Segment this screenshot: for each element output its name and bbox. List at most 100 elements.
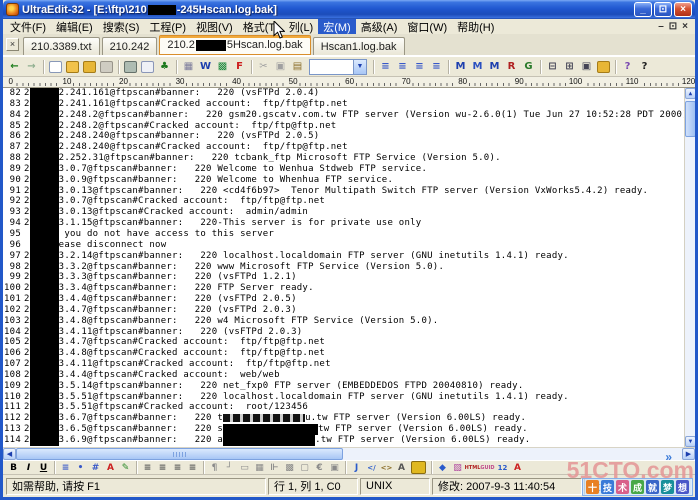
spell-red-icon[interactable]: A — [510, 461, 525, 474]
quick-open-icon[interactable] — [83, 60, 96, 73]
spell-check-icon[interactable]: ♣ — [156, 59, 173, 75]
help-icon[interactable]: ? — [619, 59, 636, 75]
print-icon[interactable] — [124, 60, 137, 73]
lock-icon[interactable] — [411, 461, 426, 474]
bookmark-next-icon[interactable]: ≡ — [411, 59, 428, 75]
euro-icon[interactable]: € — [312, 461, 327, 474]
horizontal-scroll-thumb[interactable] — [16, 448, 343, 460]
paste-icon[interactable]: ▤ — [289, 59, 306, 75]
line-break-icon[interactable]: ┘ — [222, 461, 237, 474]
save-icon[interactable] — [100, 60, 113, 73]
mdi-minimize-button[interactable]: – — [658, 21, 664, 32]
display-mode-icon[interactable]: ▦ — [180, 59, 197, 75]
horizontal-scrollbar[interactable]: ◀ ▶ — [3, 447, 695, 460]
back-icon[interactable]: ← — [6, 59, 23, 75]
ruler-mark-10: 10 — [61, 77, 73, 87]
editor-line: 98 2 3.3.2@ftpscan#banner: 220 www Microso… — [3, 261, 684, 273]
favorites-combo[interactable]: ▼ — [309, 58, 367, 75]
anchor-icon[interactable]: J — [349, 461, 364, 474]
tab-210-242[interactable]: 210.242 — [101, 37, 158, 55]
grid-icon[interactable]: ▩ — [282, 461, 297, 474]
paragraph-icon[interactable]: ¶ — [207, 461, 222, 474]
tile-windows-icon[interactable]: ⊞ — [561, 59, 578, 75]
image-icon[interactable]: ▭ — [237, 461, 252, 474]
vertical-scrollbar[interactable]: ▲ ▼ — [684, 88, 695, 447]
copy-icon[interactable]: ▣ — [272, 59, 289, 75]
open-file-icon[interactable] — [66, 60, 79, 73]
code-icon[interactable]: </ — [364, 461, 379, 474]
toolbar-separator — [54, 461, 55, 474]
color-picker-icon[interactable]: ◆ — [435, 461, 450, 474]
function-list-icon[interactable]: F — [231, 59, 248, 75]
cascade-windows-icon[interactable]: ▣ — [578, 59, 595, 75]
bookmark-prev-icon[interactable]: ≡ — [394, 59, 411, 75]
forward-icon[interactable]: → — [23, 59, 40, 75]
menu-macro[interactable]: 宏(M) — [318, 19, 356, 34]
menu-file[interactable]: 文件(F) — [5, 19, 51, 34]
close-button[interactable]: × — [674, 2, 692, 17]
file-tree-icon[interactable] — [597, 60, 610, 73]
align-left-icon[interactable]: ≡ — [140, 461, 155, 474]
find-in-files-icon[interactable]: M — [486, 59, 503, 75]
menu-search[interactable]: 搜索(S) — [98, 19, 145, 34]
tab-close-button[interactable]: × — [6, 38, 19, 51]
frame-icon[interactable]: ▣ — [327, 461, 342, 474]
tab-hscan1-log[interactable]: Hscan1.log.bak — [312, 37, 405, 55]
text-attr-icon[interactable]: A — [394, 461, 409, 474]
menu-project[interactable]: 工程(P) — [144, 19, 191, 34]
align-justify-icon[interactable]: ≡ — [185, 461, 200, 474]
bold-icon[interactable]: B — [6, 461, 21, 474]
menu-edit[interactable]: 编辑(E) — [51, 19, 98, 34]
numbered-list-icon[interactable]: # — [88, 461, 103, 474]
replace-in-files-icon[interactable]: G — [520, 59, 537, 75]
scroll-left-button[interactable]: ◀ — [3, 448, 16, 460]
goto-line-icon[interactable]: 12 — [495, 461, 510, 474]
italic-icon[interactable]: I — [21, 461, 36, 474]
tab-hscan-log[interactable]: 210.2 5Hscan.log.bak — [159, 35, 311, 55]
mdi-close-button[interactable]: × — [682, 21, 688, 32]
scroll-right-button[interactable]: ▶ — [682, 448, 695, 460]
print-preview-icon[interactable] — [141, 60, 154, 73]
new-file-icon[interactable] — [49, 60, 62, 73]
bullet-list-icon[interactable]: • — [73, 461, 88, 474]
context-help-icon[interactable]: ? — [636, 59, 653, 75]
cut-icon[interactable]: ✂ — [255, 59, 272, 75]
scroll-down-button[interactable]: ▼ — [685, 436, 695, 447]
guid-icon[interactable]: GUID — [480, 461, 495, 474]
bookmark-toggle-icon[interactable]: ≡ — [377, 59, 394, 75]
menu-help[interactable]: 帮助(H) — [452, 19, 499, 34]
maximize-button[interactable]: ⊡ — [654, 2, 672, 17]
palette-icon[interactable]: ▧ — [450, 461, 465, 474]
menu-column[interactable]: 列(L) — [284, 19, 318, 34]
highlight-pen-icon[interactable]: ✎ — [118, 461, 133, 474]
split-window-icon[interactable]: ⊟ — [544, 59, 561, 75]
flag-icon[interactable]: ⊩ — [267, 461, 282, 474]
edit-area[interactable]: 82 2 2.241.161@ftpscan#banner: 220 (vsFTPd… — [3, 88, 695, 447]
checkbox-icon[interactable]: ▢ — [297, 461, 312, 474]
font-color-icon[interactable]: A — [103, 461, 118, 474]
bookmark-clear-icon[interactable]: ≡ — [428, 59, 445, 75]
hex-edit-icon[interactable]: ▩ — [214, 59, 231, 75]
word-wrap-icon[interactable]: W — [197, 59, 214, 75]
html-tidy-icon[interactable]: HTML — [465, 461, 481, 474]
vertical-scroll-thumb[interactable] — [685, 101, 695, 137]
scroll-up-button[interactable]: ▲ — [685, 88, 695, 99]
menu-window[interactable]: 窗口(W) — [402, 19, 452, 34]
underline-icon[interactable]: U — [36, 461, 51, 474]
tab-210-3389[interactable]: 210.3389.txt — [23, 37, 100, 55]
replace-icon[interactable]: R — [503, 59, 520, 75]
mdi-restore-button[interactable]: ⊡ — [669, 21, 677, 32]
indent-icon[interactable]: ≡ — [58, 461, 73, 474]
table-icon[interactable]: ▦ — [252, 461, 267, 474]
horizontal-scroll-track[interactable] — [343, 448, 682, 460]
align-center-icon[interactable]: ≡ — [155, 461, 170, 474]
minimize-button[interactable]: _ — [634, 2, 652, 17]
combo-dropdown-icon[interactable]: ▼ — [353, 59, 366, 74]
menu-advanced[interactable]: 高级(A) — [356, 19, 403, 34]
find-icon[interactable]: M — [452, 59, 469, 75]
align-right-icon[interactable]: ≡ — [170, 461, 185, 474]
menu-view[interactable]: 视图(V) — [191, 19, 238, 34]
find-next-icon[interactable]: M — [469, 59, 486, 75]
tag-icon[interactable]: <> — [379, 461, 394, 474]
line-text: 2 2.248.2@ftpscan#banner: 220 gsm20.gscat… — [24, 109, 684, 121]
